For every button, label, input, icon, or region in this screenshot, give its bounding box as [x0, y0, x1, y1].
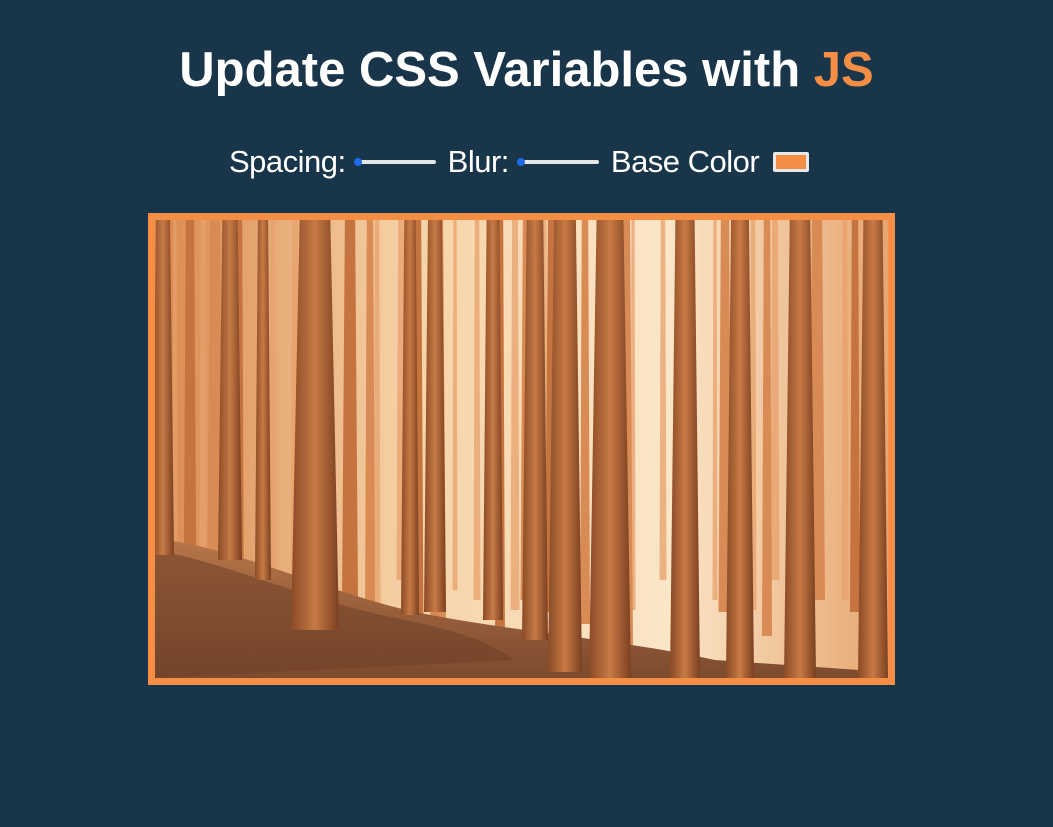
spacing-slider[interactable] — [353, 155, 436, 169]
base-color-swatch — [776, 155, 807, 169]
base-color-picker[interactable] — [773, 152, 810, 172]
controls-bar: Spacing: Blur: Base Color — [229, 140, 810, 184]
blur-slider-track — [518, 160, 599, 164]
base-color-label: Base Color — [610, 144, 760, 179]
page-title-text: Update CSS Variables with — [179, 43, 801, 97]
blur-slider[interactable] — [516, 155, 599, 169]
forest-photo-image — [155, 220, 888, 678]
page-title-accent: JS — [813, 43, 874, 97]
blur-label: Blur: — [447, 144, 510, 179]
blur-slider-thumb[interactable] — [516, 158, 525, 166]
spacing-slider-track — [355, 160, 436, 164]
page-title: Update CSS Variables with JS — [0, 42, 1053, 98]
forest-photo — [148, 213, 895, 685]
spacing-slider-thumb[interactable] — [353, 158, 362, 166]
spacing-label: Spacing: — [229, 144, 346, 179]
